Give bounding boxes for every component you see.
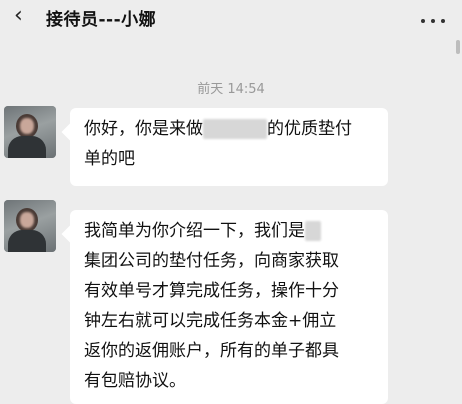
- message-text: 你好，你是来做: [84, 119, 203, 139]
- avatar[interactable]: [4, 200, 56, 252]
- message-line: 你好，你是来做 的优质垫付: [84, 114, 374, 144]
- message-text: 我简单为你介绍一下，我们是: [84, 221, 305, 241]
- message-text: 单的吧: [84, 149, 135, 169]
- message-line: 单的吧: [84, 144, 374, 174]
- chat-title: 接待员---小娜: [46, 10, 157, 30]
- message-text: 有包赔协议。: [84, 371, 186, 391]
- redacted-text: [203, 119, 267, 139]
- message-line: 钟左右就可以完成任务本金+佣立: [84, 306, 374, 336]
- message-line: 我简单为你介绍一下，我们是: [84, 216, 374, 246]
- more-dots-icon[interactable]: [418, 8, 452, 24]
- message-text: 返你的返佣账户，所有的单子都具: [84, 341, 339, 361]
- message-text: 有效单号才算完成任务，操作十分: [84, 281, 339, 301]
- avatar[interactable]: [4, 106, 56, 158]
- message-text: 的优质垫付: [267, 119, 352, 139]
- redacted-text: [305, 221, 321, 241]
- message-line: 集团公司的垫付任务，向商家获取: [84, 246, 374, 276]
- message-text: 集团公司的垫付任务，向商家获取: [84, 251, 339, 271]
- message-bubble[interactable]: 我简单为你介绍一下，我们是 集团公司的垫付任务，向商家获取 有效单号才算完成任务…: [70, 210, 388, 404]
- message-text: 钟左右就可以完成任务本金+佣立: [84, 311, 337, 331]
- message-timestamp: 前天 14:54: [197, 82, 265, 97]
- message-bubble[interactable]: 你好，你是来做 的优质垫付 单的吧: [70, 108, 388, 186]
- chevron-left-icon[interactable]: ‹: [14, 4, 23, 28]
- message-line: 有效单号才算完成任务，操作十分: [84, 276, 374, 306]
- chat-header: ‹ 接待员---小娜: [0, 0, 462, 34]
- message-line: 有包赔协议。: [84, 366, 374, 396]
- message-line: 返你的返佣账户，所有的单子都具: [84, 336, 374, 366]
- scrollbar[interactable]: [456, 40, 460, 54]
